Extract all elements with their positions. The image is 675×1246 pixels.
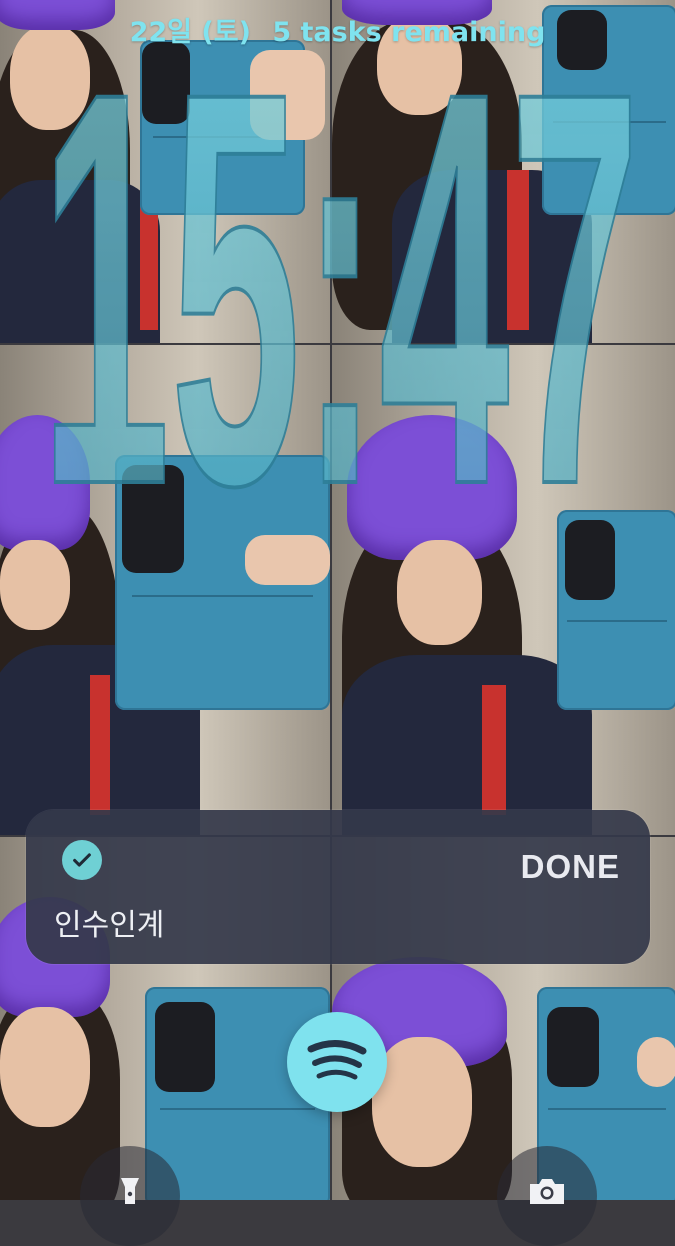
lockscreen-clock: 15:47 [20,0,660,603]
check-circle-icon[interactable] [62,840,102,880]
reminder-notification[interactable]: DONE 인수인계 [26,810,650,964]
flashlight-button[interactable] [80,1146,180,1246]
camera-button[interactable] [497,1146,597,1246]
notification-title: 인수인계 [54,908,165,943]
done-button[interactable]: DONE [521,848,620,886]
flashlight-icon [119,1146,141,1210]
camera-icon [526,1146,568,1210]
clock-time: 15:47 [40,32,640,532]
spotify-icon[interactable] [287,1012,387,1112]
